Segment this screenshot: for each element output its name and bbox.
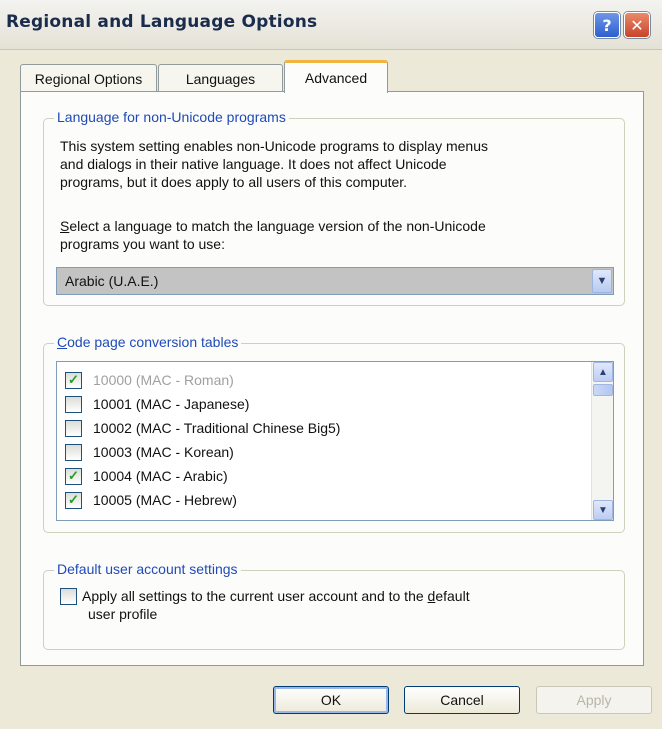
cancel-button[interactable]: Cancel	[404, 686, 520, 714]
label-text: efault	[435, 588, 470, 604]
prompt-text-line2: programs you want to use:	[60, 236, 225, 252]
close-button[interactable]: ✕	[624, 12, 650, 38]
list-item[interactable]: ✓ 10005 (MAC - Hebrew)	[65, 488, 565, 512]
scroll-down-button[interactable]: ▼	[593, 500, 613, 520]
label-text: Apply all settings to the current user a…	[82, 588, 428, 604]
ok-button[interactable]: OK	[273, 686, 389, 714]
code-page-list[interactable]: ✓ 10000 (MAC - Roman) 10001 (MAC - Japan…	[56, 361, 614, 521]
list-item[interactable]: 10003 (MAC - Korean)	[65, 440, 565, 464]
language-select-dropdown-button[interactable]: ▼	[592, 269, 612, 293]
list-item-label: 10000 (MAC - Roman)	[93, 372, 234, 388]
checkbox[interactable]: ✓	[65, 491, 82, 509]
check-icon: ✓	[68, 372, 79, 387]
apply-default-user-label: Apply all settings to the current user a…	[82, 587, 470, 623]
scroll-thumb[interactable]	[593, 384, 613, 396]
apply-default-user-option[interactable]: Apply all settings to the current user a…	[60, 587, 470, 623]
apply-button[interactable]: Apply	[536, 686, 652, 714]
chevron-down-icon: ▼	[596, 275, 608, 287]
language-select[interactable]: Arabic (U.A.E.) ▼	[56, 267, 614, 295]
apply-button-label: Apply	[576, 692, 612, 708]
list-item[interactable]: 10001 (MAC - Japanese)	[65, 392, 565, 416]
help-button[interactable]: ?	[594, 12, 620, 38]
tab-label: Regional Options	[34, 70, 143, 87]
list-item[interactable]: ✓ 10004 (MAC - Arabic)	[65, 464, 565, 488]
check-icon: ✓	[68, 468, 79, 483]
default-user-group: Default user account settings Apply all …	[43, 561, 625, 650]
checkbox[interactable]	[65, 395, 82, 413]
scroll-up-icon: ▲	[598, 366, 608, 378]
legend-text: ode page conversion tables	[67, 334, 239, 350]
code-page-legend: Code page conversion tables	[54, 334, 242, 350]
tab-regional-options[interactable]: Regional Options	[20, 64, 157, 92]
apply-default-user-checkbox[interactable]	[60, 588, 77, 605]
prompt-accelerator: S	[60, 218, 70, 234]
close-icon: ✕	[630, 15, 644, 35]
language-select-value: Arabic (U.A.E.)	[65, 273, 159, 289]
description-line: programs, but it does apply to all users…	[60, 174, 408, 190]
label-text-line2: user profile	[88, 606, 158, 622]
non-unicode-group: Language for non-Unicode programs This s…	[43, 109, 625, 306]
cancel-button-label: Cancel	[440, 692, 484, 708]
checkbox[interactable]: ✓	[65, 371, 82, 389]
select-language-prompt: Select a language to match the language …	[60, 217, 486, 253]
list-item-label: 10005 (MAC - Hebrew)	[93, 492, 237, 508]
code-page-group: Code page conversion tables ✓ 10000 (MAC…	[43, 334, 625, 533]
non-unicode-legend: Language for non-Unicode programs	[54, 109, 289, 125]
check-icon: ✓	[68, 492, 79, 507]
list-item-label: 10002 (MAC - Traditional Chinese Big5)	[93, 420, 341, 436]
tab-label: Advanced	[304, 70, 368, 86]
scroll-up-button[interactable]: ▲	[593, 362, 613, 382]
non-unicode-description: This system setting enables non-Unicode …	[60, 137, 488, 191]
list-item-label: 10001 (MAC - Japanese)	[93, 396, 250, 412]
list-item[interactable]: 10002 (MAC - Traditional Chinese Big5)	[65, 416, 565, 440]
description-line: This system setting enables non-Unicode …	[60, 138, 488, 154]
default-user-legend: Default user account settings	[54, 561, 241, 577]
list-item-label: 10003 (MAC - Korean)	[93, 444, 234, 460]
list-item[interactable]: ✓ 10000 (MAC - Roman)	[65, 368, 565, 392]
description-line: and dialogs in their native language. It…	[60, 156, 447, 172]
legend-accelerator: C	[57, 334, 68, 350]
advanced-tab-panel: Language for non-Unicode programs This s…	[20, 91, 644, 666]
tab-label: Languages	[185, 70, 256, 87]
checkbox[interactable]	[65, 443, 82, 461]
checkbox[interactable]: ✓	[65, 467, 82, 485]
checkbox[interactable]	[65, 419, 82, 437]
prompt-text: elect a language to match the language v…	[69, 218, 486, 234]
tab-languages[interactable]: Languages	[158, 64, 283, 92]
title-bar[interactable]: Regional and Language Options ? ✕	[0, 0, 662, 50]
help-icon: ?	[602, 15, 612, 35]
vertical-scrollbar[interactable]: ▲ ▼	[591, 362, 613, 520]
window-title: Regional and Language Options	[6, 12, 318, 32]
scroll-down-icon: ▼	[598, 504, 608, 516]
list-item-label: 10004 (MAC - Arabic)	[93, 468, 228, 484]
tab-advanced[interactable]: Advanced	[284, 60, 388, 93]
ok-button-label: OK	[320, 692, 342, 708]
